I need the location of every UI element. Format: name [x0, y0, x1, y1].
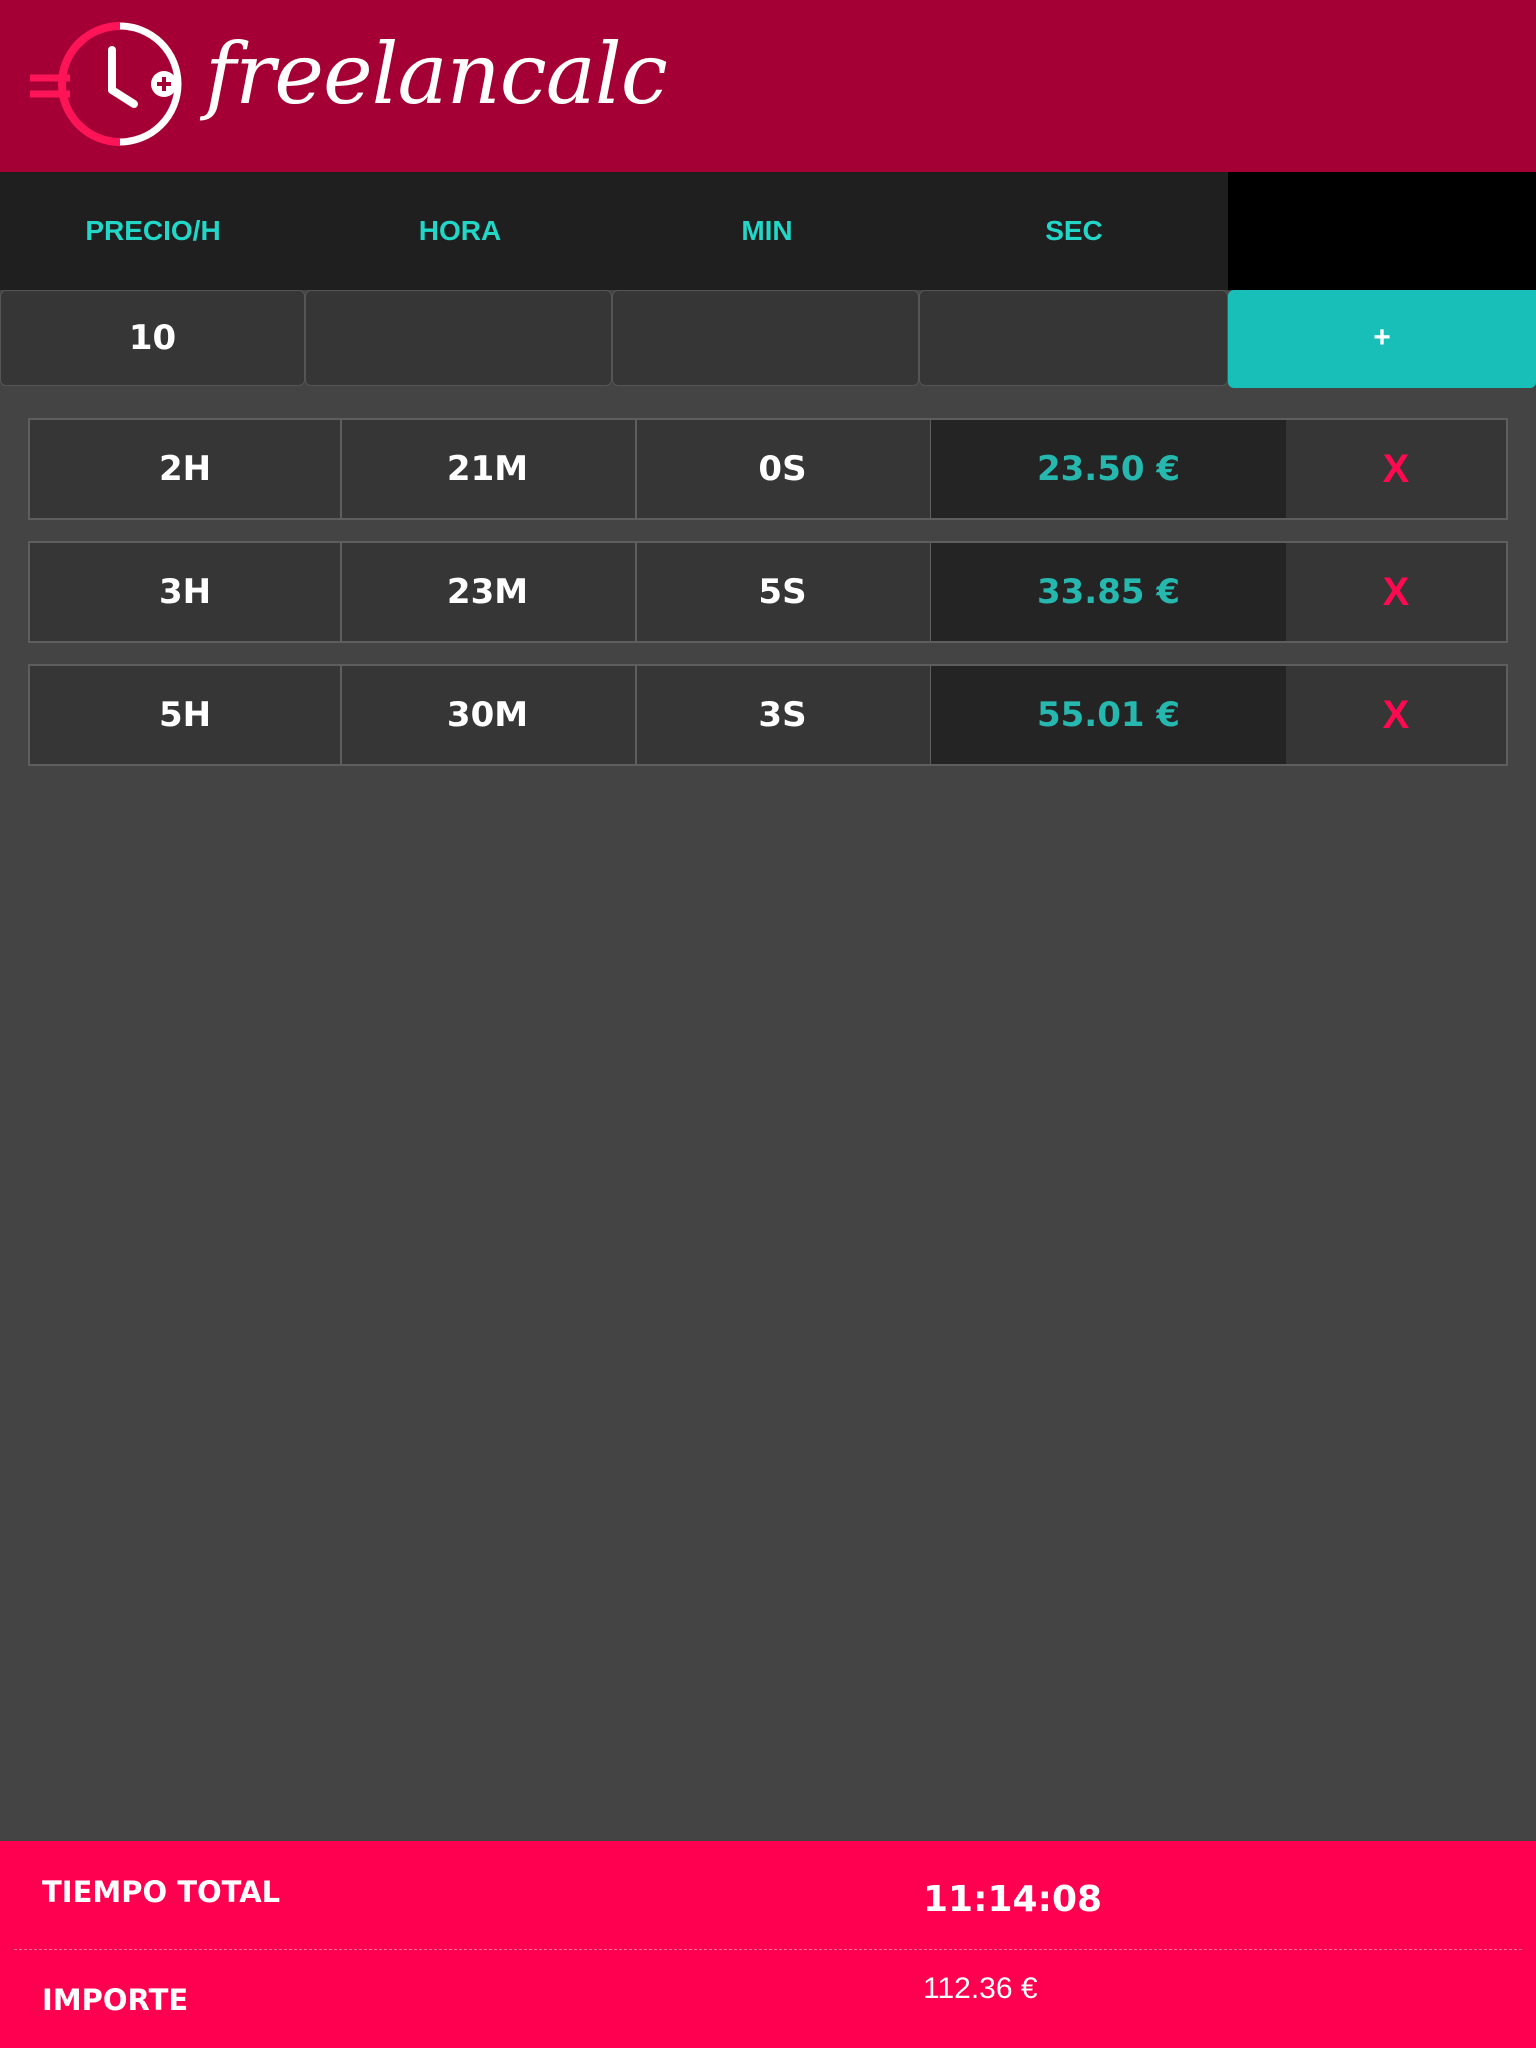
label-hour: HORA	[418, 215, 502, 246]
label-bar-filler	[1228, 172, 1536, 290]
input-row: 10 +	[0, 290, 1536, 388]
entry-minutes: 30M	[340, 666, 637, 764]
column-label-bar: PRECIO/H HORA MIN SEC	[0, 172, 1536, 290]
delete-entry-button[interactable]: X	[1286, 666, 1506, 764]
entry-row: 3H 23M 5S 33.85 € X	[28, 541, 1508, 643]
price-input[interactable]: 10	[0, 290, 305, 386]
footer-divider	[14, 1949, 1522, 1950]
entry-hours: 2H	[30, 420, 342, 518]
total-time-value: 11:14:08	[923, 1879, 1103, 1920]
entry-hours: 3H	[30, 543, 342, 641]
entry-amount: 23.50 €	[931, 420, 1286, 518]
label-sec: SEC	[1045, 215, 1103, 246]
entry-amount: 55.01 €	[931, 666, 1286, 764]
sec-input[interactable]	[919, 290, 1228, 386]
label-min: MIN	[741, 215, 793, 246]
amount-value: 112.36 €	[923, 1972, 1038, 2005]
entry-minutes: 23M	[340, 543, 637, 641]
min-input[interactable]	[612, 290, 919, 386]
amount-label: IMPORTE	[42, 1983, 189, 2017]
entry-minutes: 21M	[340, 420, 637, 518]
app-logo-text: freelancalc	[205, 25, 668, 123]
entry-list: 2H 21M 0S 23.50 € X 3H 23M 5S 33.85 € X …	[28, 418, 1508, 787]
entry-row: 2H 21M 0S 23.50 € X	[28, 418, 1508, 520]
app-header: freelancalc	[0, 0, 1536, 172]
entry-seconds: 0S	[635, 420, 932, 518]
delete-entry-button[interactable]: X	[1286, 420, 1506, 518]
entry-amount: 33.85 €	[931, 543, 1286, 641]
euro-clock-plus-icon	[30, 22, 182, 146]
add-entry-button[interactable]: +	[1228, 290, 1536, 388]
entry-seconds: 3S	[635, 666, 932, 764]
hour-input[interactable]	[305, 290, 612, 386]
entry-seconds: 5S	[635, 543, 932, 641]
entry-row: 5H 30M 3S 55.01 € X	[28, 664, 1508, 766]
label-price: PRECIO/H	[85, 215, 221, 246]
total-time-label: TIEMPO TOTAL	[42, 1875, 281, 1909]
entry-hours: 5H	[30, 666, 342, 764]
delete-entry-button[interactable]: X	[1286, 543, 1506, 641]
totals-footer: TIEMPO TOTAL 11:14:08 IMPORTE 112.36 €	[0, 1841, 1536, 2048]
